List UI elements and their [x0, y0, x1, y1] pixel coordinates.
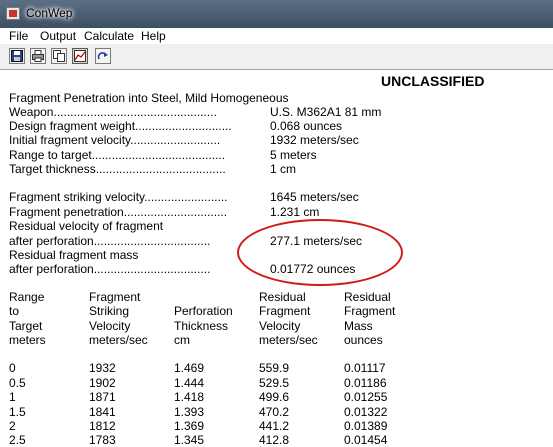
graph-button[interactable] — [72, 48, 88, 64]
menu-help[interactable]: Help — [141, 29, 166, 43]
result-value-penetration: 1.231 cm — [270, 205, 320, 219]
table-cell: 1841 — [89, 405, 116, 419]
menu-calculate[interactable]: Calculate — [84, 29, 134, 43]
table-cell: 1871 — [89, 390, 116, 404]
param-label-weapon: Weapon..................................… — [9, 105, 217, 119]
window-title: ConWep — [26, 6, 73, 20]
param-label-initial-velocity: Initial fragment velocity...............… — [9, 133, 221, 147]
table-cell: 529.5 — [259, 376, 290, 390]
table-header-range-1: Range — [9, 290, 45, 304]
redo-button[interactable] — [95, 48, 111, 64]
table-cell: 1.369 — [174, 419, 205, 433]
table-cell: 1.444 — [174, 376, 205, 390]
param-value-weapon: U.S. M362A1 81 mm — [270, 105, 382, 119]
table-header-residual-mass-1: Residual — [344, 290, 391, 304]
graph-icon — [74, 50, 86, 62]
redo-icon — [97, 52, 108, 60]
table-cell: 1.5 — [9, 405, 26, 419]
table-header-range-2: to — [9, 304, 20, 318]
table-cell: 1902 — [89, 376, 116, 390]
param-value-initial-velocity: 1932 meters/sec — [270, 133, 359, 147]
table-header-residual-velocity-3: Velocity — [259, 319, 301, 333]
classification-label: UNCLASSIFIED — [381, 73, 485, 89]
menu-output[interactable]: Output — [40, 29, 76, 43]
table-header-perforation-3: cm — [174, 333, 190, 347]
print-icon — [32, 50, 44, 62]
result-label-striking-velocity: Fragment striking velocity..............… — [9, 190, 228, 204]
result-label-penetration: Fragment penetration....................… — [9, 205, 228, 219]
result-value-striking-velocity: 1645 meters/sec — [270, 190, 359, 204]
table-cell: 1.418 — [174, 390, 205, 404]
table-cell: 1 — [9, 390, 16, 404]
app-icon — [6, 7, 20, 20]
print-button[interactable] — [30, 48, 46, 64]
table-cell: 470.2 — [259, 405, 290, 419]
table-cell: 0.01255 — [344, 390, 388, 404]
table-cell: 0.01454 — [344, 433, 388, 447]
table-header-striking-3: Velocity — [89, 319, 131, 333]
param-label-thickness: Target thickness........................… — [9, 162, 226, 176]
table-cell: 0.01322 — [344, 405, 388, 419]
table-cell: 0.5 — [9, 376, 26, 390]
table-cell: 412.8 — [259, 433, 290, 447]
table-cell: 2.5 — [9, 433, 26, 447]
report-pane: UNCLASSIFIED Fragment Penetration into S… — [0, 70, 553, 447]
report-heading: Fragment Penetration into Steel, Mild Ho… — [9, 91, 289, 105]
table-header-range-3: Target — [9, 319, 43, 333]
table-cell: 1932 — [89, 361, 116, 375]
table-cell: 0 — [9, 361, 16, 375]
param-label-range: Range to target.........................… — [9, 148, 226, 162]
table-header-striking-4: meters/sec — [89, 333, 148, 347]
menu-bar: File Output Calculate Help — [0, 28, 553, 44]
table-header-perforation-2: Thickness — [174, 319, 229, 333]
table-header-residual-mass-2: Fragment — [344, 304, 396, 318]
table-cell: 0.01389 — [344, 419, 388, 433]
save-button[interactable] — [9, 48, 25, 64]
menu-file[interactable]: File — [9, 29, 28, 43]
table-header-perforation-1: Perforation — [174, 304, 233, 318]
table-cell: 0.01117 — [344, 361, 386, 375]
title-bar: ConWep — [0, 0, 553, 28]
table-cell: 441.2 — [259, 419, 290, 433]
param-label-fragment-weight: Design fragment weight..................… — [9, 119, 232, 133]
table-header-range-4: meters — [9, 333, 46, 347]
table-cell: 2 — [9, 419, 16, 433]
param-value-thickness: 1 cm — [270, 162, 297, 176]
result-label-residual-mass-perforation: after perforation.......................… — [9, 262, 211, 276]
toolbar — [0, 44, 553, 70]
table-cell: 0.01186 — [344, 376, 387, 390]
result-label-residual-velocity: Residual velocity of fragment — [9, 219, 164, 233]
table-header-residual-mass-4: ounces — [344, 333, 383, 347]
table-header-striking-1: Fragment — [89, 290, 141, 304]
save-icon — [11, 50, 23, 62]
table-header-residual-velocity-2: Fragment — [259, 304, 311, 318]
table-header-residual-mass-3: Mass — [344, 319, 373, 333]
table-cell: 1.469 — [174, 361, 205, 375]
table-header-residual-velocity-4: meters/sec — [259, 333, 318, 347]
table-header-striking-2: Striking — [89, 304, 130, 318]
param-value-range: 5 meters — [270, 148, 317, 162]
table-cell: 559.9 — [259, 361, 290, 375]
result-label-residual-velocity-perforation: after perforation.......................… — [9, 234, 211, 248]
table-cell: 1812 — [89, 419, 116, 433]
table-header-residual-velocity-1: Residual — [259, 290, 306, 304]
param-value-fragment-weight: 0.068 ounces — [270, 119, 343, 133]
table-cell: 1.393 — [174, 405, 205, 419]
highlight-ellipse — [237, 219, 403, 286]
copy-icon — [53, 50, 65, 62]
table-cell: 1783 — [89, 433, 116, 447]
table-cell: 1.345 — [174, 433, 205, 447]
table-cell: 499.6 — [259, 390, 290, 404]
result-label-residual-mass: Residual fragment mass — [9, 248, 139, 262]
copy-button[interactable] — [51, 48, 67, 64]
